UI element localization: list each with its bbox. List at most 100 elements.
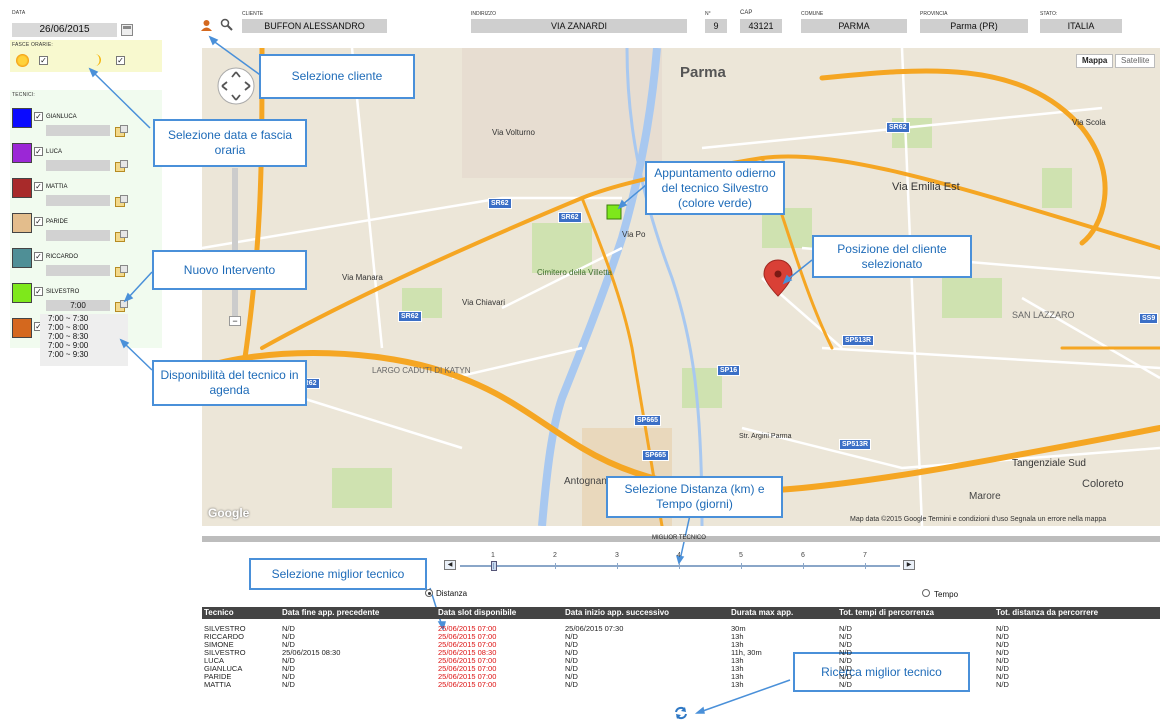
- refresh-icon[interactable]: [674, 706, 688, 720]
- slider-left-button[interactable]: ◀: [444, 560, 456, 570]
- technician-slot-input[interactable]: [46, 125, 110, 136]
- cliente-field[interactable]: BUFFON ALESSANDRO: [242, 19, 387, 33]
- slider-tick-mark: [679, 563, 680, 569]
- technician-color-swatch[interactable]: [12, 178, 32, 198]
- availability-option[interactable]: 7:00 ~ 9:00: [48, 341, 128, 350]
- date-input[interactable]: 26/06/2015: [12, 23, 117, 37]
- map-type-mappa[interactable]: Mappa: [1076, 54, 1114, 68]
- technician-color-swatch[interactable]: [12, 143, 32, 163]
- technician-slot-input[interactable]: [46, 160, 110, 171]
- table-row[interactable]: PARIDE N/D 25/06/2015 07:00 N/D 13h N/D N/D: [202, 673, 1160, 681]
- technician-color-swatch[interactable]: [12, 108, 32, 128]
- technician-name: MATTIA: [46, 184, 68, 190]
- table-row[interactable]: SILVESTRO 25/06/2015 08:30 25/06/2015 08:3…: [202, 649, 1160, 657]
- map-pan-control[interactable]: [216, 66, 256, 106]
- technician-checkbox[interactable]: ✓: [34, 147, 43, 156]
- availability-option[interactable]: 7:00 ~ 8:00: [48, 323, 128, 332]
- slider-tick-label: 4: [677, 552, 681, 559]
- map-label: Via Chiavari: [462, 298, 505, 307]
- technician-name: RICCARDO: [46, 254, 79, 260]
- map-label: LARGO CADUTI DI KATYN: [372, 366, 471, 375]
- technician-name: SILVESTRO: [46, 289, 80, 295]
- table-row[interactable]: SIMONE N/D 25/06/2015 07:00 N/D 13h N/D N/D: [202, 641, 1160, 649]
- map-view[interactable]: SR62 SR62 SR62 SR62 SR62 SP16 SP665 SP665 SP513R…: [202, 48, 1160, 526]
- slider-right-button[interactable]: ▶: [903, 560, 915, 570]
- table-row[interactable]: RICCARDO N/D 25/06/2015 07:00 N/D 13h N/D N/D: [202, 633, 1160, 641]
- stato-label: Stato:: [1040, 11, 1058, 17]
- map-label: Via Scola: [1072, 118, 1106, 127]
- new-intervention-icon[interactable]: [115, 125, 128, 137]
- zoom-out-button[interactable]: −: [229, 316, 241, 326]
- technician-checkbox[interactable]: ✓: [34, 287, 43, 296]
- radio-tempo[interactable]: [922, 589, 930, 597]
- numero-field[interactable]: 9: [705, 19, 727, 33]
- table-row[interactable]: SILVESTRO N/D 25/06/2015 07:00 25/06/2015 0…: [202, 625, 1160, 633]
- new-intervention-icon[interactable]: [115, 195, 128, 207]
- map-label: Parma: [680, 64, 726, 81]
- new-intervention-icon[interactable]: [115, 265, 128, 277]
- slider-track[interactable]: [460, 565, 900, 567]
- technician-color-swatch[interactable]: [12, 283, 32, 303]
- slider-tick-mark: [555, 563, 556, 569]
- table-row[interactable]: MATTIA N/D 25/06/2015 07:00 N/D 13h N/D N/D: [202, 681, 1160, 689]
- technician-color-swatch[interactable]: [12, 213, 32, 233]
- morning-checkbox[interactable]: ✓: [39, 56, 48, 65]
- table-row[interactable]: LUCA N/D 25/06/2015 07:00 N/D 13h N/D N/D: [202, 657, 1160, 665]
- table-cell: 25/06/2015 07:00: [438, 680, 497, 689]
- new-intervention-icon[interactable]: [115, 160, 128, 172]
- availability-option[interactable]: 7:00 ~ 8:30: [48, 332, 128, 341]
- slider-tick-mark: [741, 563, 742, 569]
- user-select-icon[interactable]: [200, 19, 213, 32]
- new-intervention-icon[interactable]: [115, 300, 128, 312]
- technician-checkbox[interactable]: ✓: [34, 112, 43, 121]
- comune-field[interactable]: PARMA: [801, 19, 907, 33]
- map-label: Str. Argini Parma: [739, 433, 792, 440]
- map-type-satellite[interactable]: Satellite: [1115, 54, 1156, 68]
- callout-appuntamento: Appuntamento odierno del tecnico Silvest…: [645, 161, 785, 215]
- radio-distanza[interactable]: [425, 589, 433, 597]
- zoom-slider[interactable]: [232, 168, 238, 318]
- technician-color-swatch[interactable]: [12, 248, 32, 268]
- th-durata: Durata max app.: [731, 608, 794, 617]
- table-row[interactable]: GIANLUCA N/D 25/06/2015 07:00 N/D 13h N/D N/D: [202, 665, 1160, 673]
- availability-option[interactable]: 7:00 ~ 7:30: [48, 314, 128, 323]
- road-badge: SR62: [398, 311, 422, 322]
- provincia-field[interactable]: Parma (PR): [920, 19, 1028, 33]
- slider-tick-label: 7: [863, 552, 867, 559]
- technician-checkbox[interactable]: ✓: [34, 182, 43, 191]
- road-badge: SR62: [488, 198, 512, 209]
- slider-tick-label: 6: [801, 552, 805, 559]
- calendar-icon[interactable]: [121, 24, 133, 36]
- stato-field[interactable]: ITALIA: [1040, 19, 1122, 33]
- slider-handle[interactable]: [491, 561, 497, 571]
- cap-field[interactable]: 43121: [740, 19, 782, 33]
- technician-slot-input[interactable]: [46, 230, 110, 241]
- th-data-inizio: Data inizio app. successivo: [565, 608, 670, 617]
- callout-posizione-cliente: Posizione del cliente selezionato: [812, 235, 972, 278]
- th-data-fine: Data fine app. precedente: [282, 608, 380, 617]
- road-badge: SP665: [634, 415, 662, 426]
- availability-dropdown[interactable]: 7:00 ~ 7:30 7:00 ~ 8:00 7:00 ~ 8:30 7:00…: [40, 314, 128, 366]
- technician-checkbox[interactable]: ✓: [34, 252, 43, 261]
- new-intervention-icon[interactable]: [115, 230, 128, 242]
- radio-tempo-label: Tempo: [934, 590, 959, 599]
- technician-slot-input[interactable]: [46, 195, 110, 206]
- table-cell: 13h: [731, 680, 744, 689]
- slider-tick-label: 1: [491, 552, 495, 559]
- technician-checkbox[interactable]: ✓: [34, 217, 43, 226]
- technician-slot-input[interactable]: 7:00: [46, 300, 110, 311]
- indirizzo-field[interactable]: VIA ZANARDI: [471, 19, 687, 33]
- technician-slot-input[interactable]: [46, 265, 110, 276]
- technician-name: LUCA: [46, 149, 63, 155]
- map-label: Via Emilia Est: [892, 181, 960, 193]
- callout-selezione-cliente: Selezione cliente: [259, 54, 415, 99]
- technician-color-swatch[interactable]: [12, 318, 32, 338]
- availability-option[interactable]: 7:00 ~ 9:30: [48, 350, 128, 359]
- search-icon[interactable]: [220, 18, 233, 31]
- map-canvas[interactable]: [202, 48, 1160, 526]
- slider-tick-mark: [493, 563, 494, 569]
- afternoon-checkbox[interactable]: ✓: [116, 56, 125, 65]
- th-distanza: Tot. distanza da percorrere: [996, 608, 1099, 617]
- results-table-header: Tecnico Data fine app. precedente Data s…: [202, 607, 1160, 619]
- map-footer[interactable]: Map data ©2015 Google Termini e condizio…: [850, 516, 1106, 523]
